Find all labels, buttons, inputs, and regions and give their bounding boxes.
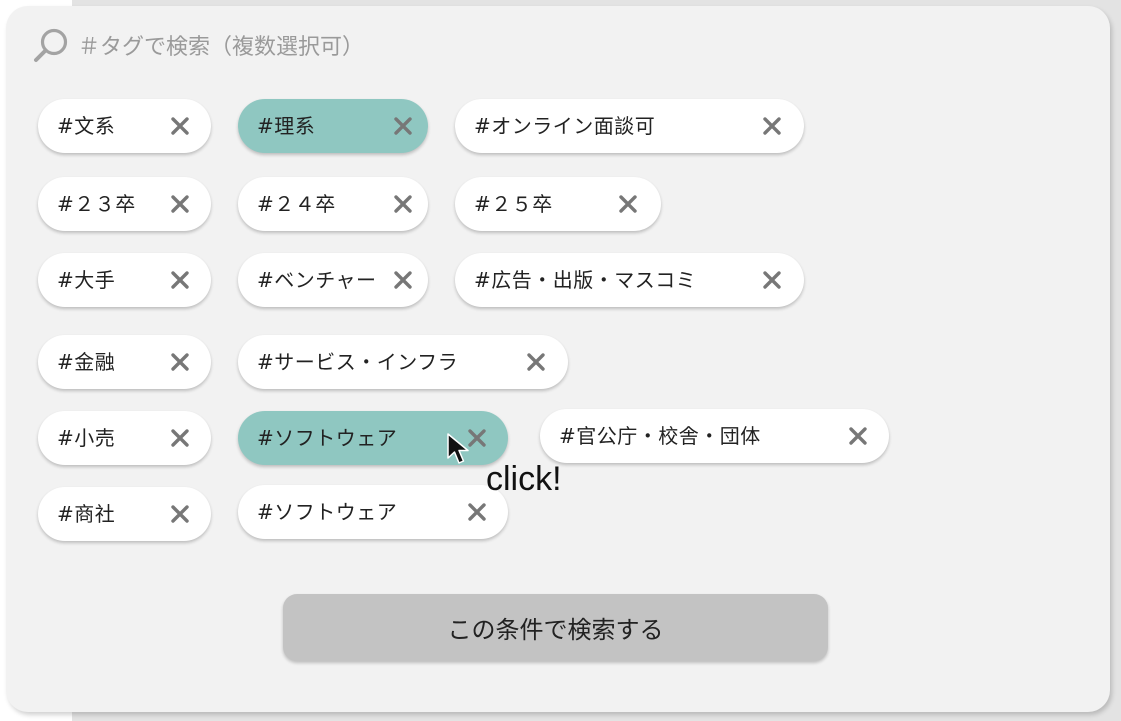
tag-chip-label: #金融 [57,350,116,374]
tag-chip-label: #広告・出版・マスコミ [474,268,697,292]
tag-chip-label: #文系 [57,114,116,138]
close-icon[interactable] [165,335,195,389]
tag-chip-government-school-org[interactable]: #官公庁・校舎・団体 [540,409,889,463]
close-icon[interactable] [165,253,195,307]
tag-chip-advertising-media[interactable]: #広告・出版・マスコミ [455,253,804,307]
tag-chip-label: #ベンチャー [257,268,377,292]
close-icon[interactable] [388,99,418,153]
click-annotation: click! [486,460,562,498]
tag-chip-label: #オンライン面談可 [474,114,656,138]
search-placeholder: ＃タグで検索（複数選択可） [78,35,365,60]
close-icon[interactable] [388,253,418,307]
cursor-arrow-icon [447,433,469,464]
tag-chip-label: #官公庁・校舎・団体 [559,424,761,448]
tag-chip-finance[interactable]: #金融 [38,335,211,389]
close-icon[interactable] [843,409,873,463]
tag-chip-label: #２３卒 [57,192,136,216]
tag-chip-service-infra[interactable]: #サービス・インフラ [238,335,568,389]
search-icon [34,28,68,62]
tag-chip-label: #小売 [57,426,116,450]
close-icon[interactable] [757,253,787,307]
tag-chip-software[interactable]: #ソフトウェア [238,485,508,539]
tag-chip-24sotsu[interactable]: #２４卒 [238,177,428,231]
close-icon[interactable] [613,177,643,231]
tag-chip-trading-company[interactable]: #商社 [38,487,211,541]
tag-chip-23sotsu[interactable]: #２３卒 [38,177,211,231]
tag-chip-retail[interactable]: #小売 [38,411,211,465]
tag-chip-label: #サービス・インフラ [257,350,459,374]
tag-chip-bunkei[interactable]: #文系 [38,99,211,153]
tag-chip-rikei[interactable]: #理系 [238,99,428,153]
tag-chip-25sotsu[interactable]: #２５卒 [455,177,661,231]
close-icon[interactable] [165,411,195,465]
close-icon[interactable] [521,335,551,389]
tag-chip-label: #商社 [57,502,116,526]
tag-chip-venture[interactable]: #ベンチャー [238,253,428,307]
tag-chip-online-interview[interactable]: #オンライン面談可 [455,99,804,153]
search-submit-button[interactable]: この条件で検索する [283,594,828,661]
tag-chip-label: #ソフトウェア [257,426,398,450]
close-icon[interactable] [165,99,195,153]
search-bar[interactable]: ＃タグで検索（複数選択可） [32,28,364,62]
tag-chip-label: #２４卒 [257,192,336,216]
tag-chip-label: #２５卒 [474,192,553,216]
close-icon[interactable] [165,177,195,231]
close-icon[interactable] [388,177,418,231]
tag-chip-label: #大手 [57,268,116,292]
tag-chip-label: #理系 [257,114,316,138]
tag-chip-oote[interactable]: #大手 [38,253,211,307]
close-icon[interactable] [757,99,787,153]
tag-chip-label: #ソフトウェア [257,500,398,524]
close-icon[interactable] [165,487,195,541]
